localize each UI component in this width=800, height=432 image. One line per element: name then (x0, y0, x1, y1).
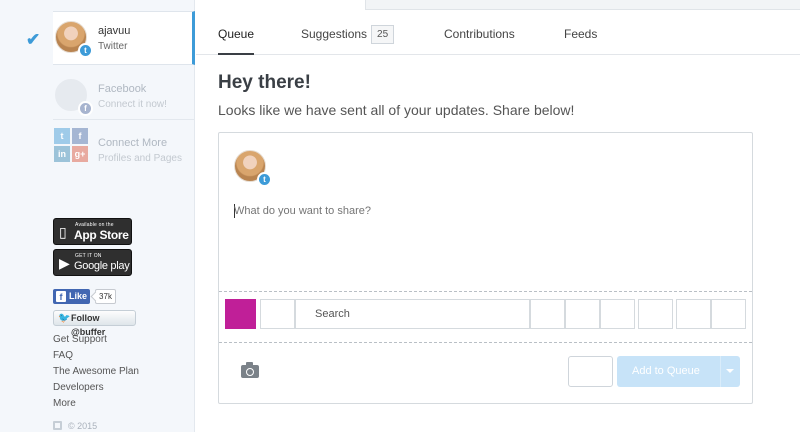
top-strip (365, 0, 800, 10)
add-to-queue-button[interactable]: Add to Queue (617, 356, 740, 387)
color-swatch[interactable] (225, 299, 256, 329)
link-faq[interactable]: FAQ (53, 348, 139, 364)
twitter-follow-button[interactable]: 🐦 Follow @buffer (53, 310, 136, 337)
twitter-icon: 🐦 (58, 313, 71, 324)
google-play-small-text: GET IT ON (75, 253, 102, 259)
profile-twitter[interactable]: t ajavuu Twitter (53, 11, 195, 65)
sidebar: ✔ t ajavuu Twitter f Facebook Connect it… (0, 0, 195, 432)
add-to-queue-label: Add to Queue (632, 365, 700, 377)
profile-name: ajavuu (98, 25, 131, 37)
sidebar-links: Get Support FAQ The Awesome Plan Develop… (53, 332, 139, 412)
app-store-label: App Store (74, 228, 129, 242)
tab-feeds[interactable]: Feeds (564, 10, 597, 55)
tab-contributions[interactable]: Contributions (444, 10, 515, 55)
twitter-icon: t (78, 43, 93, 58)
search-field[interactable]: Search (295, 299, 530, 329)
like-count: 37k (95, 289, 116, 304)
toolbar-cell[interactable] (638, 299, 673, 329)
profile-facebook[interactable]: f Facebook Connect it now! (53, 70, 195, 120)
google-play-button[interactable]: ▶ GET IT ON Google play (53, 249, 132, 276)
divider (219, 342, 752, 343)
profile-network: Twitter (98, 41, 128, 52)
toolbar-cell[interactable] (676, 299, 711, 329)
link-get-support[interactable]: Get Support (53, 332, 139, 348)
page-title: Hey there! (218, 72, 311, 93)
connect-more-title: Connect More (98, 137, 168, 149)
toolbar-cell[interactable] (530, 299, 565, 329)
link-more[interactable]: More (53, 396, 139, 412)
copyright-text: © 2015 (68, 421, 98, 431)
toolbar-cell[interactable] (711, 299, 746, 329)
avatar: f (55, 79, 93, 116)
schedule-button[interactable] (568, 356, 613, 387)
chevron-down-icon[interactable] (726, 369, 734, 373)
composer-avatar[interactable]: t (234, 150, 272, 187)
avatar: t (55, 21, 93, 58)
page-subtitle: Looks like we have sent all of your upda… (218, 102, 575, 118)
twitter-icon: t (257, 172, 272, 187)
app-store-button[interactable]: ▯ Available on the App Store (53, 218, 132, 245)
social-networks-icon: t f in g+ (54, 128, 88, 162)
tab-suggestions[interactable]: Suggestions 25 (301, 10, 395, 55)
profile-connect-link[interactable]: Connect it now! (98, 99, 167, 110)
buffer-logo-icon (53, 421, 62, 430)
link-developers[interactable]: Developers (53, 380, 139, 396)
button-separator (720, 356, 721, 387)
toolbar-cell[interactable] (260, 299, 295, 329)
apple-icon: ▯ (59, 224, 67, 240)
google-play-label: Google play (74, 260, 130, 272)
search-label: Search (315, 308, 350, 320)
connect-more[interactable]: t f in g+ Connect More Profiles and Pages (53, 124, 195, 170)
profile-name: Facebook (98, 83, 147, 95)
facebook-icon: f (56, 291, 66, 302)
connect-more-subtitle: Profiles and Pages (98, 153, 182, 164)
share-input[interactable] (234, 205, 734, 217)
tab-label: Feeds (564, 27, 598, 41)
toolbar-cell[interactable] (600, 299, 635, 329)
google-play-icon: ▶ (59, 255, 70, 271)
suggestions-count-badge: 25 (371, 25, 395, 44)
toolbar-cell[interactable] (565, 299, 600, 329)
link-awesome-plan[interactable]: The Awesome Plan (53, 364, 139, 380)
tab-queue[interactable]: Queue (218, 10, 254, 55)
facebook-like-button[interactable]: f Like (53, 289, 90, 304)
check-icon: ✔ (26, 30, 41, 49)
composer: t Search Add to Queue (218, 132, 753, 404)
tab-bar: Queue Suggestions 25 Contributions Feeds (196, 10, 800, 55)
divider (219, 291, 752, 292)
tab-label: Contributions (444, 27, 515, 41)
copyright: © 2015 (53, 421, 97, 431)
tab-label: Queue (218, 27, 255, 41)
like-label: Like (69, 291, 88, 301)
camera-icon[interactable] (241, 362, 259, 378)
facebook-icon: f (78, 101, 93, 116)
tab-label: Suggestions (301, 27, 368, 41)
